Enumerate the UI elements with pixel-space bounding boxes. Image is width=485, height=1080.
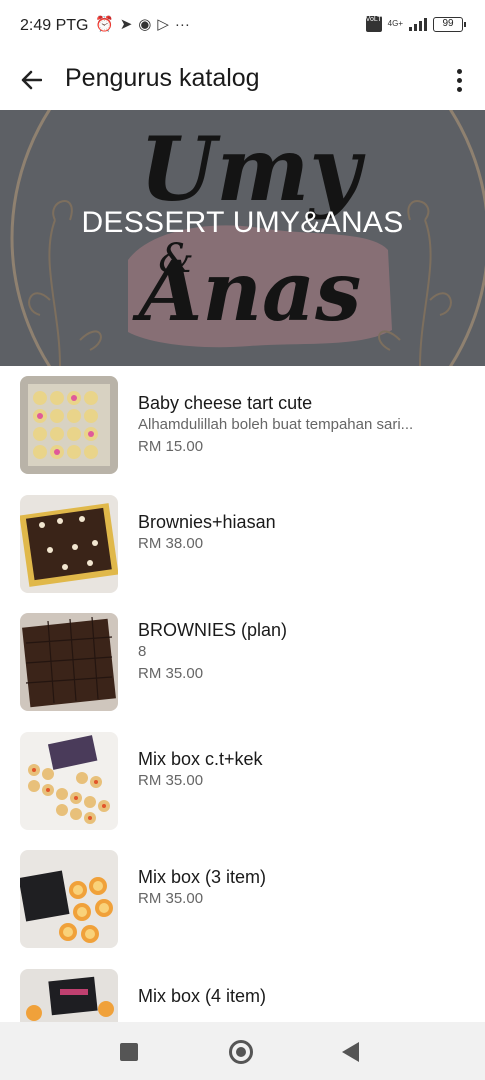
- product-description: Alhamdulillah boleh buat tempahan sari..…: [138, 416, 414, 433]
- more-vertical-icon: [456, 68, 462, 74]
- system-icons: VoLTE 4G+ 99: [365, 16, 466, 32]
- catalog-banner[interactable]: Umy & Anas DESSERT UMY&ANAS: [0, 110, 485, 366]
- more-notifications-icon: ···: [174, 16, 190, 33]
- product-name: Mix box c.t+kek: [138, 748, 263, 769]
- product-info: Mix box c.t+kek RM 35.00: [138, 748, 459, 792]
- system-nav-bar: [0, 1022, 485, 1080]
- product-info: Baby cheese tart cute Alhamdulillah bole…: [138, 392, 459, 458]
- play-icon: ▷: [157, 16, 169, 33]
- status-bar: 2:49 PTG ⏰ ➤ ◉ ▷ ··· VoLTE 4G+ 99: [0, 0, 485, 52]
- product-item[interactable]: Baby cheese tart cute Alhamdulillah bole…: [0, 366, 485, 485]
- product-description: 8: [138, 643, 147, 660]
- logo-script-bottom: Anas: [132, 244, 362, 340]
- product-thumbnail: [20, 731, 118, 830]
- product-thumbnail: [20, 613, 118, 711]
- volte-icon: VoLTE: [365, 16, 386, 32]
- product-thumbnail: [20, 850, 118, 948]
- product-price: RM 35.00: [138, 771, 204, 789]
- product-item[interactable]: Mix box c.t+kek RM 35.00: [0, 722, 485, 841]
- product-name: Brownies+hiasan: [138, 511, 276, 532]
- arrow-left-icon: [21, 70, 42, 90]
- product-price: RM 15.00: [138, 438, 204, 455]
- telegram-icon: ➤: [119, 16, 133, 33]
- product-price: RM 35.00: [138, 665, 204, 682]
- app-bar: Pengurus katalog: [0, 52, 485, 110]
- product-price: RM 35.00: [138, 890, 204, 907]
- product-list: Baby cheese tart cute Alhamdulillah bole…: [0, 366, 485, 1022]
- notification-icons: ⏰ ➤ ◉ ▷ ···: [95, 15, 190, 35]
- product-name: Mix box (3 item): [138, 867, 267, 887]
- product-name: BROWNIES (plan): [138, 620, 288, 640]
- banner-title: DESSERT UMY&ANAS: [81, 206, 404, 239]
- product-name: Baby cheese tart cute: [138, 393, 313, 413]
- status-time: 2:49 PTG: [20, 17, 89, 34]
- battery-icon: 99: [433, 16, 466, 32]
- page-title: Pengurus katalog: [65, 64, 260, 92]
- product-item[interactable]: BROWNIES (plan) 8 RM 35.00: [0, 603, 485, 722]
- product-info: Mix box (4 item): [138, 985, 459, 1007]
- product-thumbnail: [20, 968, 118, 1022]
- messenger-icon: ◉: [138, 16, 152, 33]
- triangle-back-icon[interactable]: [342, 1042, 359, 1062]
- product-info: BROWNIES (plan) 8 RM 35.00: [138, 619, 459, 685]
- more-options-button[interactable]: [449, 64, 469, 96]
- alarm-icon: ⏰: [95, 16, 114, 33]
- product-price: RM 38.00: [138, 534, 204, 552]
- product-item[interactable]: Brownies+hiasan RM 38.00: [0, 485, 485, 604]
- product-item[interactable]: Mix box (3 item) RM 35.00: [0, 840, 485, 959]
- product-name: Mix box (4 item): [138, 985, 267, 1006]
- product-item[interactable]: Mix box (4 item): [0, 959, 485, 1022]
- product-thumbnail: [20, 494, 118, 593]
- back-button[interactable]: [14, 63, 48, 97]
- network-label: 4G+: [387, 19, 403, 28]
- product-info: Brownies+hiasan RM 38.00: [138, 511, 459, 555]
- product-thumbnail: [20, 376, 118, 474]
- signal-icon: [409, 17, 427, 31]
- circle-home-icon[interactable]: [229, 1040, 253, 1064]
- battery-level: 99: [442, 17, 454, 29]
- product-info: Mix box (3 item) RM 35.00: [138, 866, 459, 910]
- square-icon[interactable]: [120, 1043, 138, 1061]
